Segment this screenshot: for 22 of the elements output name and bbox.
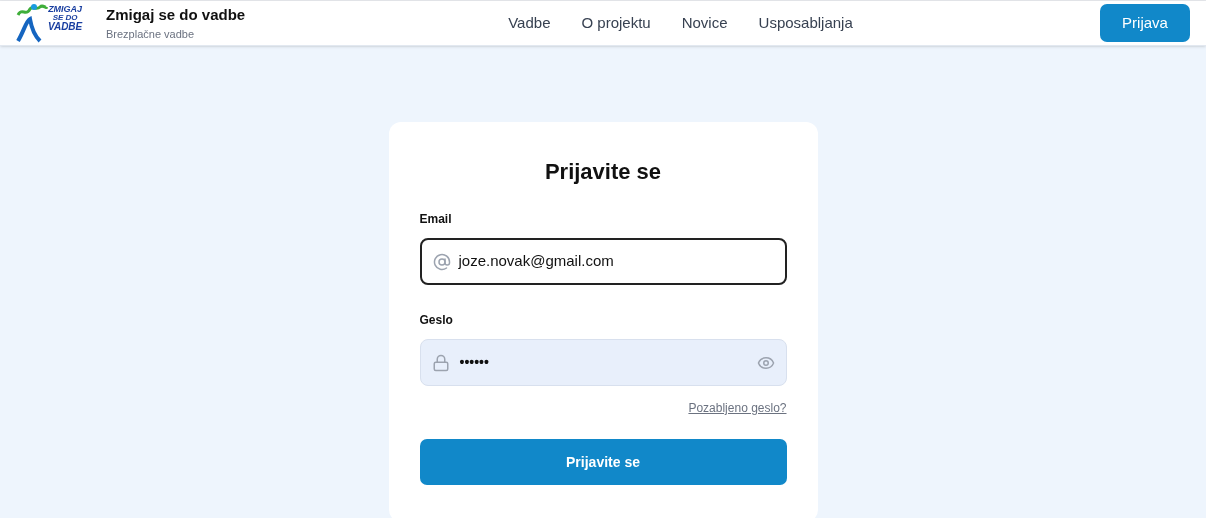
site-title: Zmigaj se do vadbe [106,4,246,25]
logo-text: ZMIGAJ [48,5,83,14]
site-subtitle: Brezplačne vadbe [106,27,196,42]
runner-logo-icon[interactable] [14,1,48,45]
login-button[interactable]: Prijava [1100,4,1190,42]
card-title: Prijavite se [543,158,663,186]
nav-link[interactable]: Novice [681,11,728,35]
field-label: Geslo [419,312,454,329]
password-field[interactable]: •••••• [419,339,787,386]
password-value: •••••• [459,353,489,372]
nav-link[interactable]: Usposabljanja [758,11,853,35]
field-label: Email [419,211,453,228]
logo-text: SE DO [52,14,78,22]
forgot-password-link[interactable]: Pozabljeno geslo? [688,399,787,417]
email-field[interactable]: joze.novak@gmail.com [419,238,787,285]
lock-icon [431,353,450,372]
submit-button[interactable]: Prijavite se [419,439,787,485]
nav-link[interactable]: Vadbe [508,11,551,35]
nav-link[interactable]: O projektu [581,11,651,35]
at-sign-icon [432,252,451,271]
email-value: joze.novak@gmail.com [458,251,614,272]
logo-text: VADBE [48,22,83,32]
